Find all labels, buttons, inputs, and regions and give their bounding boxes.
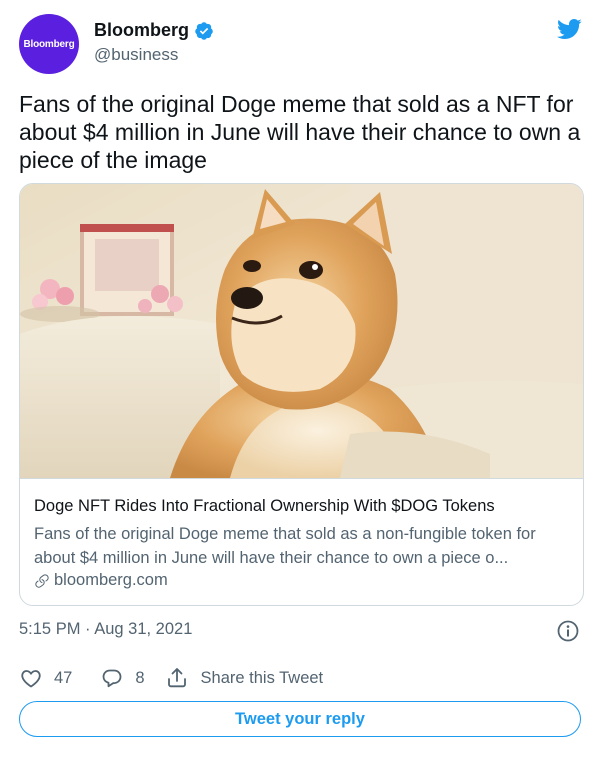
reply-action[interactable]: 8	[100, 666, 145, 690]
share-label: Share this Tweet	[200, 668, 324, 687]
author-handle[interactable]: @business	[94, 45, 178, 65]
link-card[interactable]: Doge NFT Rides Into Fractional Ownership…	[19, 183, 584, 606]
twitter-bird-icon[interactable]	[554, 16, 584, 42]
author-name-row[interactable]: Bloomberg	[94, 20, 214, 41]
reply-count: 8	[135, 668, 145, 687]
card-image[interactable]	[20, 184, 583, 479]
share-icon	[167, 668, 186, 688]
tweet-text: Fans of the original Doge meme that sold…	[19, 91, 581, 173]
verified-badge-icon	[194, 21, 214, 41]
doge-photo	[20, 184, 583, 478]
card-title[interactable]: Doge NFT Rides Into Fractional Ownership…	[34, 497, 495, 516]
info-icon[interactable]	[556, 619, 580, 643]
tweet-actions: 47 8 Share this Tweet	[19, 666, 323, 690]
tweet-your-reply-button[interactable]: Tweet your reply	[19, 701, 581, 737]
link-icon	[34, 573, 50, 589]
tweet-embed: Bloomberg Bloomberg @business Fans of th…	[0, 0, 600, 759]
heart-icon	[21, 670, 41, 688]
like-count: 47	[54, 668, 73, 687]
share-action[interactable]: Share this Tweet	[165, 666, 324, 690]
reply-bubble-icon	[102, 669, 122, 688]
avatar[interactable]: Bloomberg	[19, 14, 79, 74]
card-domain-text: bloomberg.com	[54, 571, 168, 589]
like-action[interactable]: 47	[19, 666, 72, 690]
avatar-wordmark: Bloomberg	[23, 38, 75, 50]
card-domain[interactable]: bloomberg.com	[34, 571, 168, 590]
tweet-timestamp[interactable]: 5:15 PM · Aug 31, 2021	[19, 620, 192, 639]
card-description: Fans of the original Doge meme that sold…	[34, 525, 536, 567]
author-display-name[interactable]: Bloomberg	[94, 20, 189, 41]
